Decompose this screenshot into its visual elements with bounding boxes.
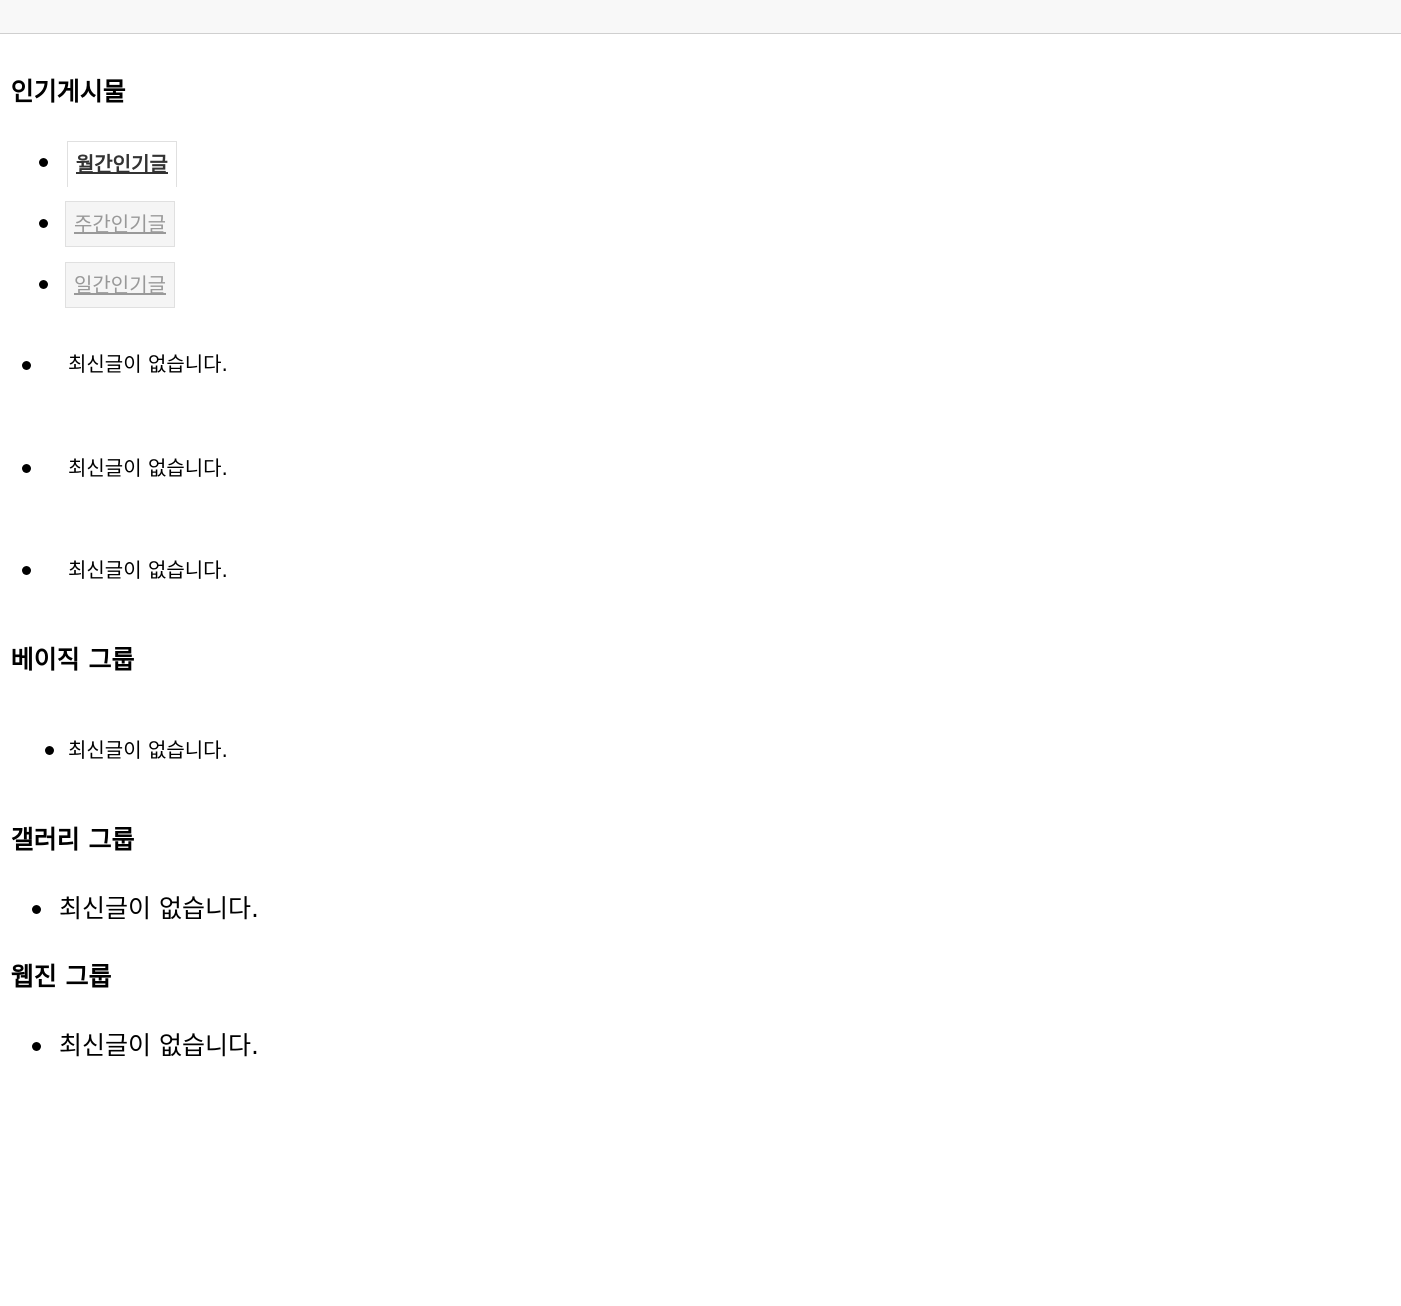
list-bullet bbox=[22, 361, 31, 370]
popular-posts-title: 인기게시물 bbox=[11, 77, 127, 106]
tab-bullet bbox=[39, 280, 48, 289]
weekly-empty-message: 최신글이 없습니다. bbox=[68, 456, 228, 480]
tab-monthly-popular[interactable]: 월간인기글 bbox=[67, 141, 177, 187]
list-bullet bbox=[22, 464, 31, 473]
basic-group-title: 베이직 그룹 bbox=[11, 645, 135, 674]
webzine-group-title: 웹진 그룹 bbox=[11, 962, 112, 991]
tab-bullet bbox=[39, 219, 48, 228]
gallery-group-title: 갤러리 그룹 bbox=[11, 825, 135, 854]
top-bar bbox=[0, 0, 1401, 34]
list-bullet bbox=[32, 1042, 41, 1051]
list-bullet bbox=[45, 746, 54, 755]
tab-bullet bbox=[39, 158, 48, 167]
webzine-group-empty-message: 최신글이 없습니다. bbox=[59, 1031, 259, 1060]
tab-daily-popular[interactable]: 일간인기글 bbox=[65, 262, 175, 308]
list-bullet bbox=[32, 905, 41, 914]
tab-weekly-popular[interactable]: 주간인기글 bbox=[65, 201, 175, 247]
monthly-empty-message: 최신글이 없습니다. bbox=[68, 352, 228, 376]
basic-group-empty-message: 최신글이 없습니다. bbox=[68, 738, 228, 762]
gallery-group-empty-message: 최신글이 없습니다. bbox=[59, 894, 259, 923]
list-bullet bbox=[22, 566, 31, 575]
daily-empty-message: 최신글이 없습니다. bbox=[68, 558, 228, 582]
